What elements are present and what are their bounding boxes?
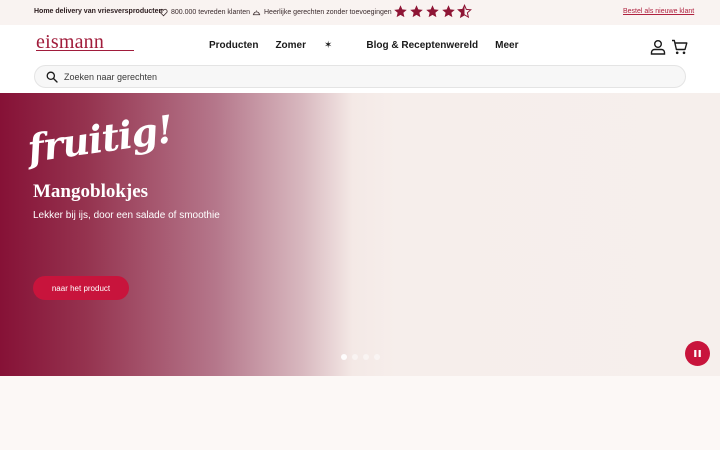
carousel-dots (341, 354, 380, 360)
carousel-pause-button[interactable] (685, 341, 710, 366)
usp-customers-text: 800.000 tevreden klanten (171, 9, 251, 16)
carousel-dot[interactable] (341, 354, 347, 360)
star-full-icon (442, 5, 455, 18)
star-half-icon (457, 4, 472, 19)
carousel-dot[interactable] (363, 354, 369, 360)
search-icon[interactable] (46, 71, 58, 83)
hero-script-text: fruitig! (24, 106, 176, 171)
nav-item-blog[interactable]: Blog & Receptenwereld (366, 40, 478, 51)
logo-underline (36, 50, 134, 51)
heart-icon (159, 8, 168, 17)
hero-title: Mangoblokjes (33, 181, 149, 202)
nav-item-zomer-label: Zomer (275, 40, 307, 51)
site-header: eismann Producten Zomer ✶ Blog & Recepten… (0, 25, 720, 93)
search-bar (34, 65, 686, 88)
star-full-icon (426, 5, 439, 18)
star-full-icon (410, 5, 423, 18)
cart-icon[interactable] (671, 39, 688, 55)
nav-item-meer[interactable]: Meer (495, 40, 518, 51)
carousel-dot[interactable] (352, 354, 358, 360)
hero-subtitle: Lekker bij ijs, door een salade of smoot… (33, 210, 220, 221)
cloche-icon (252, 10, 261, 16)
hero-banner: fruitig! Mangoblokjes Lekker bij ijs, do… (0, 93, 720, 376)
carousel-dot[interactable] (374, 354, 380, 360)
new-customer-link[interactable]: Bestel als nieuwe klant (623, 8, 694, 15)
rating-stars (393, 4, 472, 19)
usp-customers: 800.000 tevreden klanten (159, 8, 250, 17)
usp-dishes-text: Heerlijke gerechten zonder toevoegingen (264, 9, 392, 16)
main-nav: Producten Zomer ✶ Blog & Receptenwereld M… (209, 40, 535, 51)
delivery-headline: Home delivery van vriesversproducten (34, 8, 163, 15)
search-input[interactable] (64, 69, 664, 85)
star-full-icon (394, 5, 407, 18)
product-cta-button[interactable]: naar het product (33, 276, 129, 300)
top-bar: Home delivery van vriesversproducten 800… (0, 0, 720, 25)
usp-dishes: Heerlijke gerechten zonder toevoegingen (252, 8, 392, 17)
sun-icon: ✶ (324, 40, 333, 51)
nav-item-producten[interactable]: Producten (209, 40, 258, 51)
user-icon[interactable] (650, 39, 666, 55)
pause-icon (694, 350, 701, 357)
nav-item-zomer[interactable]: Zomer ✶ (275, 40, 349, 51)
